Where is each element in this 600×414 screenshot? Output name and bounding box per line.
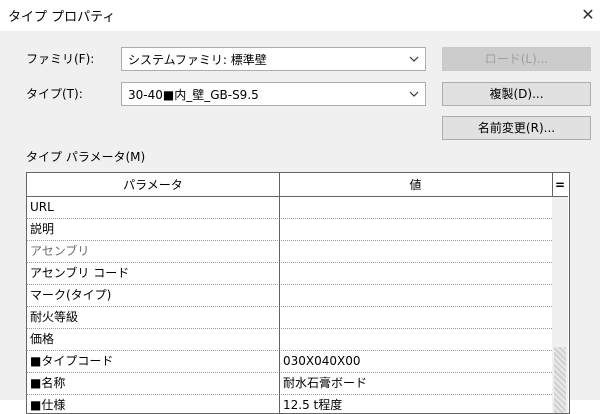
parameter-name: アセンブリ [30, 244, 90, 258]
parameter-value[interactable] [283, 263, 551, 284]
parameter-name: マーク(タイプ) [30, 288, 112, 302]
parameter-row[interactable]: 価格 [27, 329, 552, 351]
chevron-down-icon [409, 91, 419, 97]
chevron-down-icon [409, 56, 419, 62]
family-select-value: システムファミリ: 標準壁 [128, 53, 267, 67]
parameter-value[interactable]: 030X040X00 [283, 351, 551, 372]
parameter-row[interactable]: 説明 [27, 219, 552, 241]
parameter-name: 耐火等級 [30, 310, 79, 324]
parameter-name: ■タイプコード [30, 354, 114, 368]
load-button[interactable]: ロード(L)... [442, 47, 591, 71]
parameter-name: ■仕様 [30, 398, 66, 412]
column-separator [279, 173, 280, 413]
close-icon[interactable]: ✕ [576, 2, 600, 28]
parameter-value[interactable] [283, 329, 551, 350]
family-select[interactable]: システムファミリ: 標準壁 [121, 47, 426, 71]
column-header-value[interactable]: 値 [279, 173, 552, 197]
parameter-row[interactable]: ■タイプコード 030X040X00 [27, 351, 552, 373]
parameter-row[interactable]: ■仕様 12.5 t程度 [27, 395, 552, 413]
scrollbar-thumb[interactable] [554, 347, 566, 413]
parameter-row[interactable]: ■名称 耐水石膏ボード [27, 373, 552, 395]
column-header-extra[interactable]: = [552, 173, 568, 197]
parameter-name: ■名称 [30, 376, 66, 390]
title-bar: タイプ プロパティ ✕ [0, 0, 600, 31]
parameter-value[interactable] [283, 285, 551, 306]
parameter-row[interactable]: アセンブリ コード [27, 263, 552, 285]
parameter-name: 価格 [30, 332, 55, 346]
parameter-name: アセンブリ コード [30, 266, 130, 280]
column-header-parameter[interactable]: パラメータ [27, 173, 279, 197]
duplicate-button[interactable]: 複製(D)... [442, 82, 591, 106]
parameter-value[interactable] [283, 197, 551, 218]
parameter-value[interactable]: 耐水石膏ボード [283, 373, 551, 394]
parameter-name: 説明 [30, 222, 55, 236]
family-label: ファミリ(F): [26, 52, 95, 66]
parameter-name: URL [30, 200, 54, 214]
parameter-value[interactable]: 12.5 t程度 [283, 395, 551, 413]
parameter-row[interactable]: マーク(タイプ) [27, 285, 552, 307]
parameter-row[interactable]: 耐火等級 [27, 307, 552, 329]
vertical-scrollbar[interactable] [552, 197, 568, 413]
parameter-row[interactable]: アセンブリ [27, 241, 552, 263]
parameter-value[interactable] [283, 307, 551, 328]
rename-button[interactable]: 名前変更(R)... [442, 116, 591, 140]
parameter-value[interactable] [283, 219, 551, 240]
type-select[interactable]: 30-40■内_壁_GB-S9.5 [121, 82, 426, 106]
type-parameters-label: タイプ パラメータ(M) [26, 150, 146, 164]
type-select-value: 30-40■内_壁_GB-S9.5 [128, 88, 259, 102]
type-parameters-grid: パラメータ 値 = URL 説明アセンブリアセンブリ コード マーク(タイプ) 耐火等… [26, 172, 570, 414]
window-title: タイプ プロパティ [8, 10, 116, 25]
parameter-row[interactable]: URL [27, 197, 552, 219]
parameter-value[interactable] [283, 241, 551, 262]
type-label: タイプ(T): [26, 87, 83, 101]
